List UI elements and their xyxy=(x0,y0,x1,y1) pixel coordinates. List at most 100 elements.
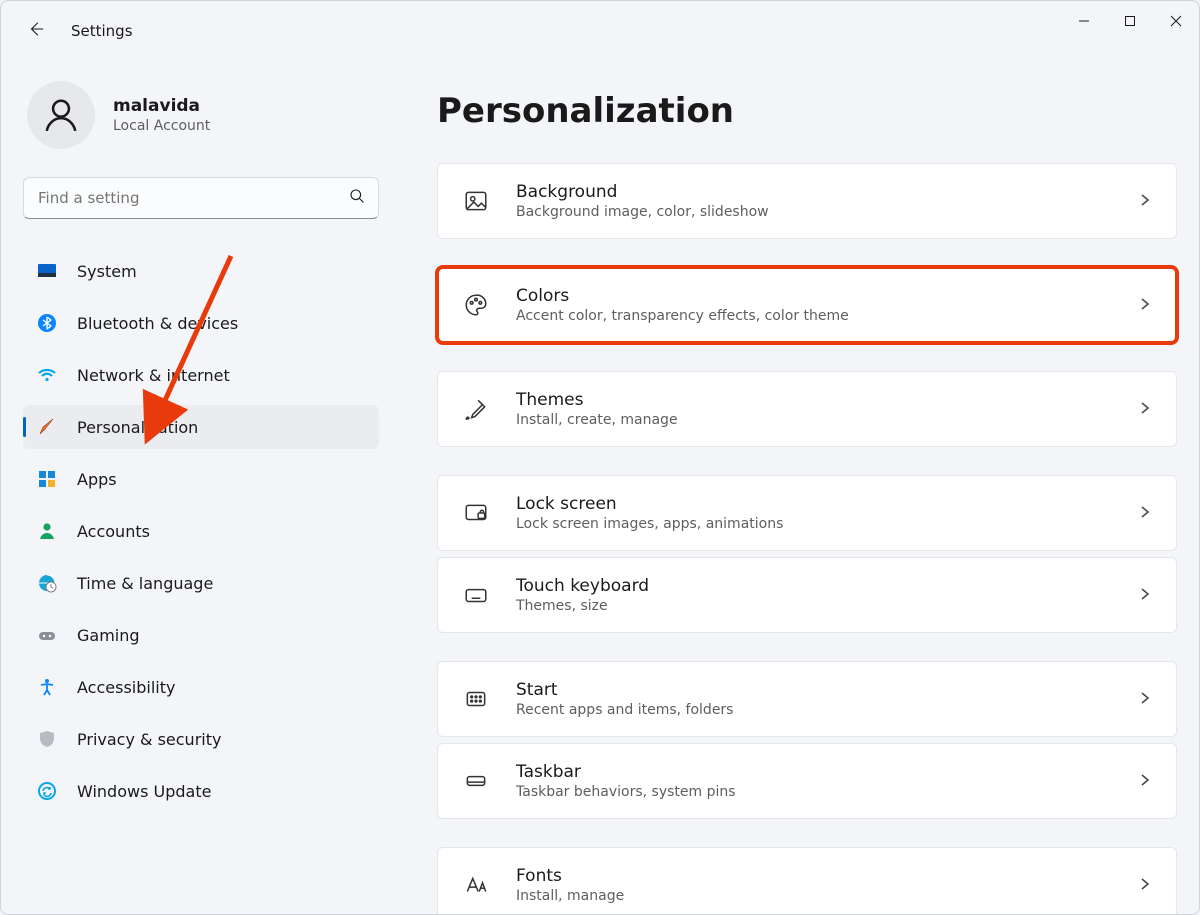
card-start[interactable]: Start Recent apps and items, folders xyxy=(437,661,1177,737)
sidebar-item-time-language[interactable]: Time & language xyxy=(23,561,379,605)
sidebar-item-label: Time & language xyxy=(77,574,213,593)
card-text: Themes Install, create, manage xyxy=(516,390,1112,428)
search-box[interactable] xyxy=(23,177,379,219)
gamepad-icon xyxy=(37,625,57,645)
bluetooth-icon xyxy=(37,313,57,333)
person-icon xyxy=(37,521,57,541)
sidebar-item-label: Apps xyxy=(77,470,117,489)
card-text: Taskbar Taskbar behaviors, system pins xyxy=(516,762,1112,800)
app-title: Settings xyxy=(71,22,133,40)
apps-icon xyxy=(37,469,57,489)
card-text: Background Background image, color, slid… xyxy=(516,182,1112,220)
header: Settings xyxy=(1,1,133,61)
card-subtitle: Recent apps and items, folders xyxy=(516,702,1112,718)
sidebar-item-network[interactable]: Network & internet xyxy=(23,353,379,397)
card-subtitle: Background image, color, slideshow xyxy=(516,204,1112,220)
card-title: Themes xyxy=(516,390,1112,410)
sidebar-item-label: Windows Update xyxy=(77,782,211,801)
chevron-right-icon xyxy=(1138,586,1152,605)
sidebar-item-label: Network & internet xyxy=(77,366,230,385)
user-subtitle: Local Account xyxy=(113,118,210,134)
chevron-right-icon xyxy=(1138,690,1152,709)
card-touch-keyboard[interactable]: Touch keyboard Themes, size xyxy=(437,557,1177,633)
start-icon xyxy=(462,685,490,713)
card-themes[interactable]: Themes Install, create, manage xyxy=(437,371,1177,447)
sidebar-item-accessibility[interactable]: Accessibility xyxy=(23,665,379,709)
user-account-row[interactable]: malavida Local Account xyxy=(27,81,375,149)
chevron-right-icon xyxy=(1138,504,1152,523)
sidebar-item-personalization[interactable]: Personalization xyxy=(23,405,379,449)
sidebar-item-label: Bluetooth & devices xyxy=(77,314,238,333)
fonts-icon xyxy=(462,871,490,899)
keyboard-icon xyxy=(462,581,490,609)
settings-window: Settings malavida Local Account Sys xyxy=(0,0,1200,915)
sidebar-item-label: Privacy & security xyxy=(77,730,221,749)
shield-icon xyxy=(37,729,57,749)
card-text: Lock screen Lock screen images, apps, an… xyxy=(516,494,1112,532)
back-button[interactable] xyxy=(27,20,45,42)
chevron-right-icon xyxy=(1138,876,1152,895)
system-icon xyxy=(37,261,57,281)
brush-icon xyxy=(37,417,57,437)
sidebar-item-gaming[interactable]: Gaming xyxy=(23,613,379,657)
sidebar: malavida Local Account System Blueto xyxy=(1,61,401,914)
palette-icon xyxy=(462,291,490,319)
sidebar-item-bluetooth[interactable]: Bluetooth & devices xyxy=(23,301,379,345)
card-text: Start Recent apps and items, folders xyxy=(516,680,1112,718)
search-input[interactable] xyxy=(23,177,379,219)
card-text: Fonts Install, manage xyxy=(516,866,1112,904)
card-subtitle: Lock screen images, apps, animations xyxy=(516,516,1112,532)
card-text: Touch keyboard Themes, size xyxy=(516,576,1112,614)
sidebar-item-label: System xyxy=(77,262,137,281)
card-subtitle: Taskbar behaviors, system pins xyxy=(516,784,1112,800)
sidebar-item-accounts[interactable]: Accounts xyxy=(23,509,379,553)
card-fonts[interactable]: Fonts Install, manage xyxy=(437,847,1177,915)
card-title: Taskbar xyxy=(516,762,1112,782)
card-subtitle: Install, create, manage xyxy=(516,412,1112,428)
card-title: Lock screen xyxy=(516,494,1112,514)
card-title: Touch keyboard xyxy=(516,576,1112,596)
card-background[interactable]: Background Background image, color, slid… xyxy=(437,163,1177,239)
update-icon xyxy=(37,781,57,801)
sidebar-item-system[interactable]: System xyxy=(23,249,379,293)
nav-list: System Bluetooth & devices Network & int… xyxy=(23,249,379,813)
sidebar-item-privacy[interactable]: Privacy & security xyxy=(23,717,379,761)
sidebar-item-label: Accounts xyxy=(77,522,150,541)
sidebar-item-label: Accessibility xyxy=(77,678,175,697)
page-title: Personalization xyxy=(437,91,1183,131)
image-icon xyxy=(462,187,490,215)
card-subtitle: Install, manage xyxy=(516,888,1112,904)
chevron-right-icon xyxy=(1138,296,1152,315)
chevron-right-icon xyxy=(1138,772,1152,791)
chevron-right-icon xyxy=(1138,192,1152,211)
user-text: malavida Local Account xyxy=(113,96,210,134)
card-colors[interactable]: Colors Accent color, transparency effect… xyxy=(437,267,1177,343)
maximize-button[interactable] xyxy=(1107,1,1153,41)
lock-screen-icon xyxy=(462,499,490,527)
close-button[interactable] xyxy=(1153,1,1199,41)
minimize-button[interactable] xyxy=(1061,1,1107,41)
card-text: Colors Accent color, transparency effect… xyxy=(516,286,1112,324)
globe-clock-icon xyxy=(37,573,57,593)
main-content: Personalization Background Background im… xyxy=(401,61,1183,914)
card-title: Background xyxy=(516,182,1112,202)
sidebar-item-apps[interactable]: Apps xyxy=(23,457,379,501)
sidebar-item-label: Personalization xyxy=(77,418,198,437)
card-title: Colors xyxy=(516,286,1112,306)
card-subtitle: Themes, size xyxy=(516,598,1112,614)
sidebar-item-label: Gaming xyxy=(77,626,140,645)
avatar xyxy=(27,81,95,149)
chevron-right-icon xyxy=(1138,400,1152,419)
paintbrush-icon xyxy=(462,395,490,423)
wifi-icon xyxy=(37,365,57,385)
search-icon xyxy=(349,188,365,208)
card-subtitle: Accent color, transparency effects, colo… xyxy=(516,308,1112,324)
card-title: Fonts xyxy=(516,866,1112,886)
settings-cards: Background Background image, color, slid… xyxy=(437,163,1183,915)
user-name: malavida xyxy=(113,96,210,116)
card-lock-screen[interactable]: Lock screen Lock screen images, apps, an… xyxy=(437,475,1177,551)
taskbar-icon xyxy=(462,767,490,795)
accessibility-icon xyxy=(37,677,57,697)
sidebar-item-windows-update[interactable]: Windows Update xyxy=(23,769,379,813)
card-taskbar[interactable]: Taskbar Taskbar behaviors, system pins xyxy=(437,743,1177,819)
